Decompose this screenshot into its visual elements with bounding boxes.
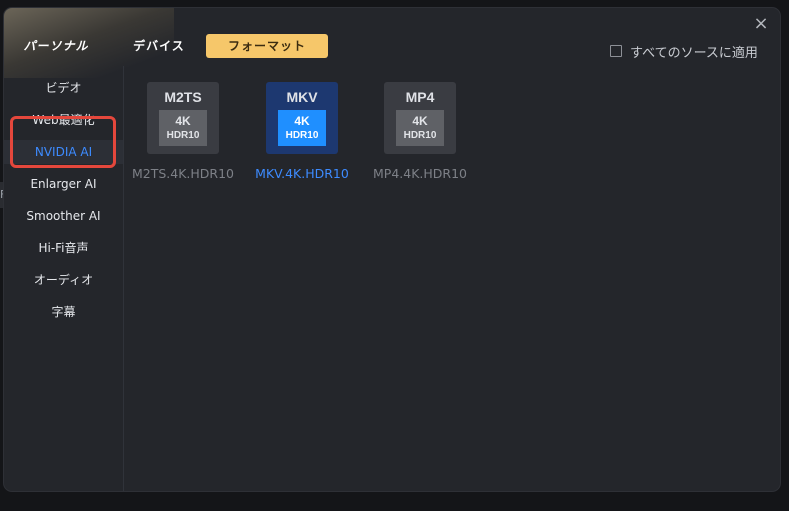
format-resolution: 4K [294,114,310,128]
format-label: M2TS.4K.HDR10 [131,166,235,181]
apply-all-label: すべてのソースに適用 [630,45,758,61]
format-dialog: パーソナル デバイス フォーマット × すべてのソースに適用 ビデオ Web最適… [4,8,780,491]
mp4-format-icon: MP4 4K HDR10 [384,82,456,154]
tab-format[interactable]: フォーマット [206,34,328,58]
format-card-m2ts[interactable]: M2TS 4K HDR10 M2TS.4K.HDR10 [128,82,238,181]
apply-all-toggle[interactable]: すべてのソースに適用 [610,43,758,61]
format-title: M2TS [164,89,202,105]
tab-device[interactable]: デバイス [128,34,190,58]
sidebar-item-hifi-audio[interactable]: Hi-Fi音声 [4,236,123,260]
tab-personal[interactable]: パーソナル [22,34,90,58]
format-label: MP4.4K.HDR10 [373,166,467,181]
sidebar-item-audio[interactable]: オーディオ [4,268,123,292]
format-badge: 4K HDR10 [159,110,207,146]
format-badge: 4K HDR10 [278,110,326,146]
format-hdr: HDR10 [285,130,319,141]
sidebar-item-smoother-ai[interactable]: Smoother AI [4,204,123,228]
apply-all-checkbox[interactable] [610,45,622,57]
format-hdr: HDR10 [166,130,200,141]
format-resolution: 4K [175,114,191,128]
format-title: MKV [286,89,318,105]
format-label: MKV.4K.HDR10 [255,166,349,181]
m2ts-format-icon: M2TS 4K HDR10 [147,82,219,154]
format-card-mkv[interactable]: MKV 4K HDR10 MKV.4K.HDR10 [247,82,357,181]
sidebar-item-subtitle[interactable]: 字幕 [4,300,123,324]
format-title: MP4 [405,89,435,105]
close-icon[interactable]: × [753,15,769,33]
sidebar-item-enlarger-ai[interactable]: Enlarger AI [4,172,123,196]
format-badge: 4K HDR10 [396,110,444,146]
sidebar-divider [123,66,124,491]
annotation-highlight-box [10,116,116,168]
format-card-mp4[interactable]: MP4 4K HDR10 MP4.4K.HDR10 [365,82,475,181]
format-hdr: HDR10 [403,130,437,141]
mkv-format-icon: MKV 4K HDR10 [266,82,338,154]
sidebar-item-video[interactable]: ビデオ [4,76,123,100]
format-resolution: 4K [412,114,428,128]
